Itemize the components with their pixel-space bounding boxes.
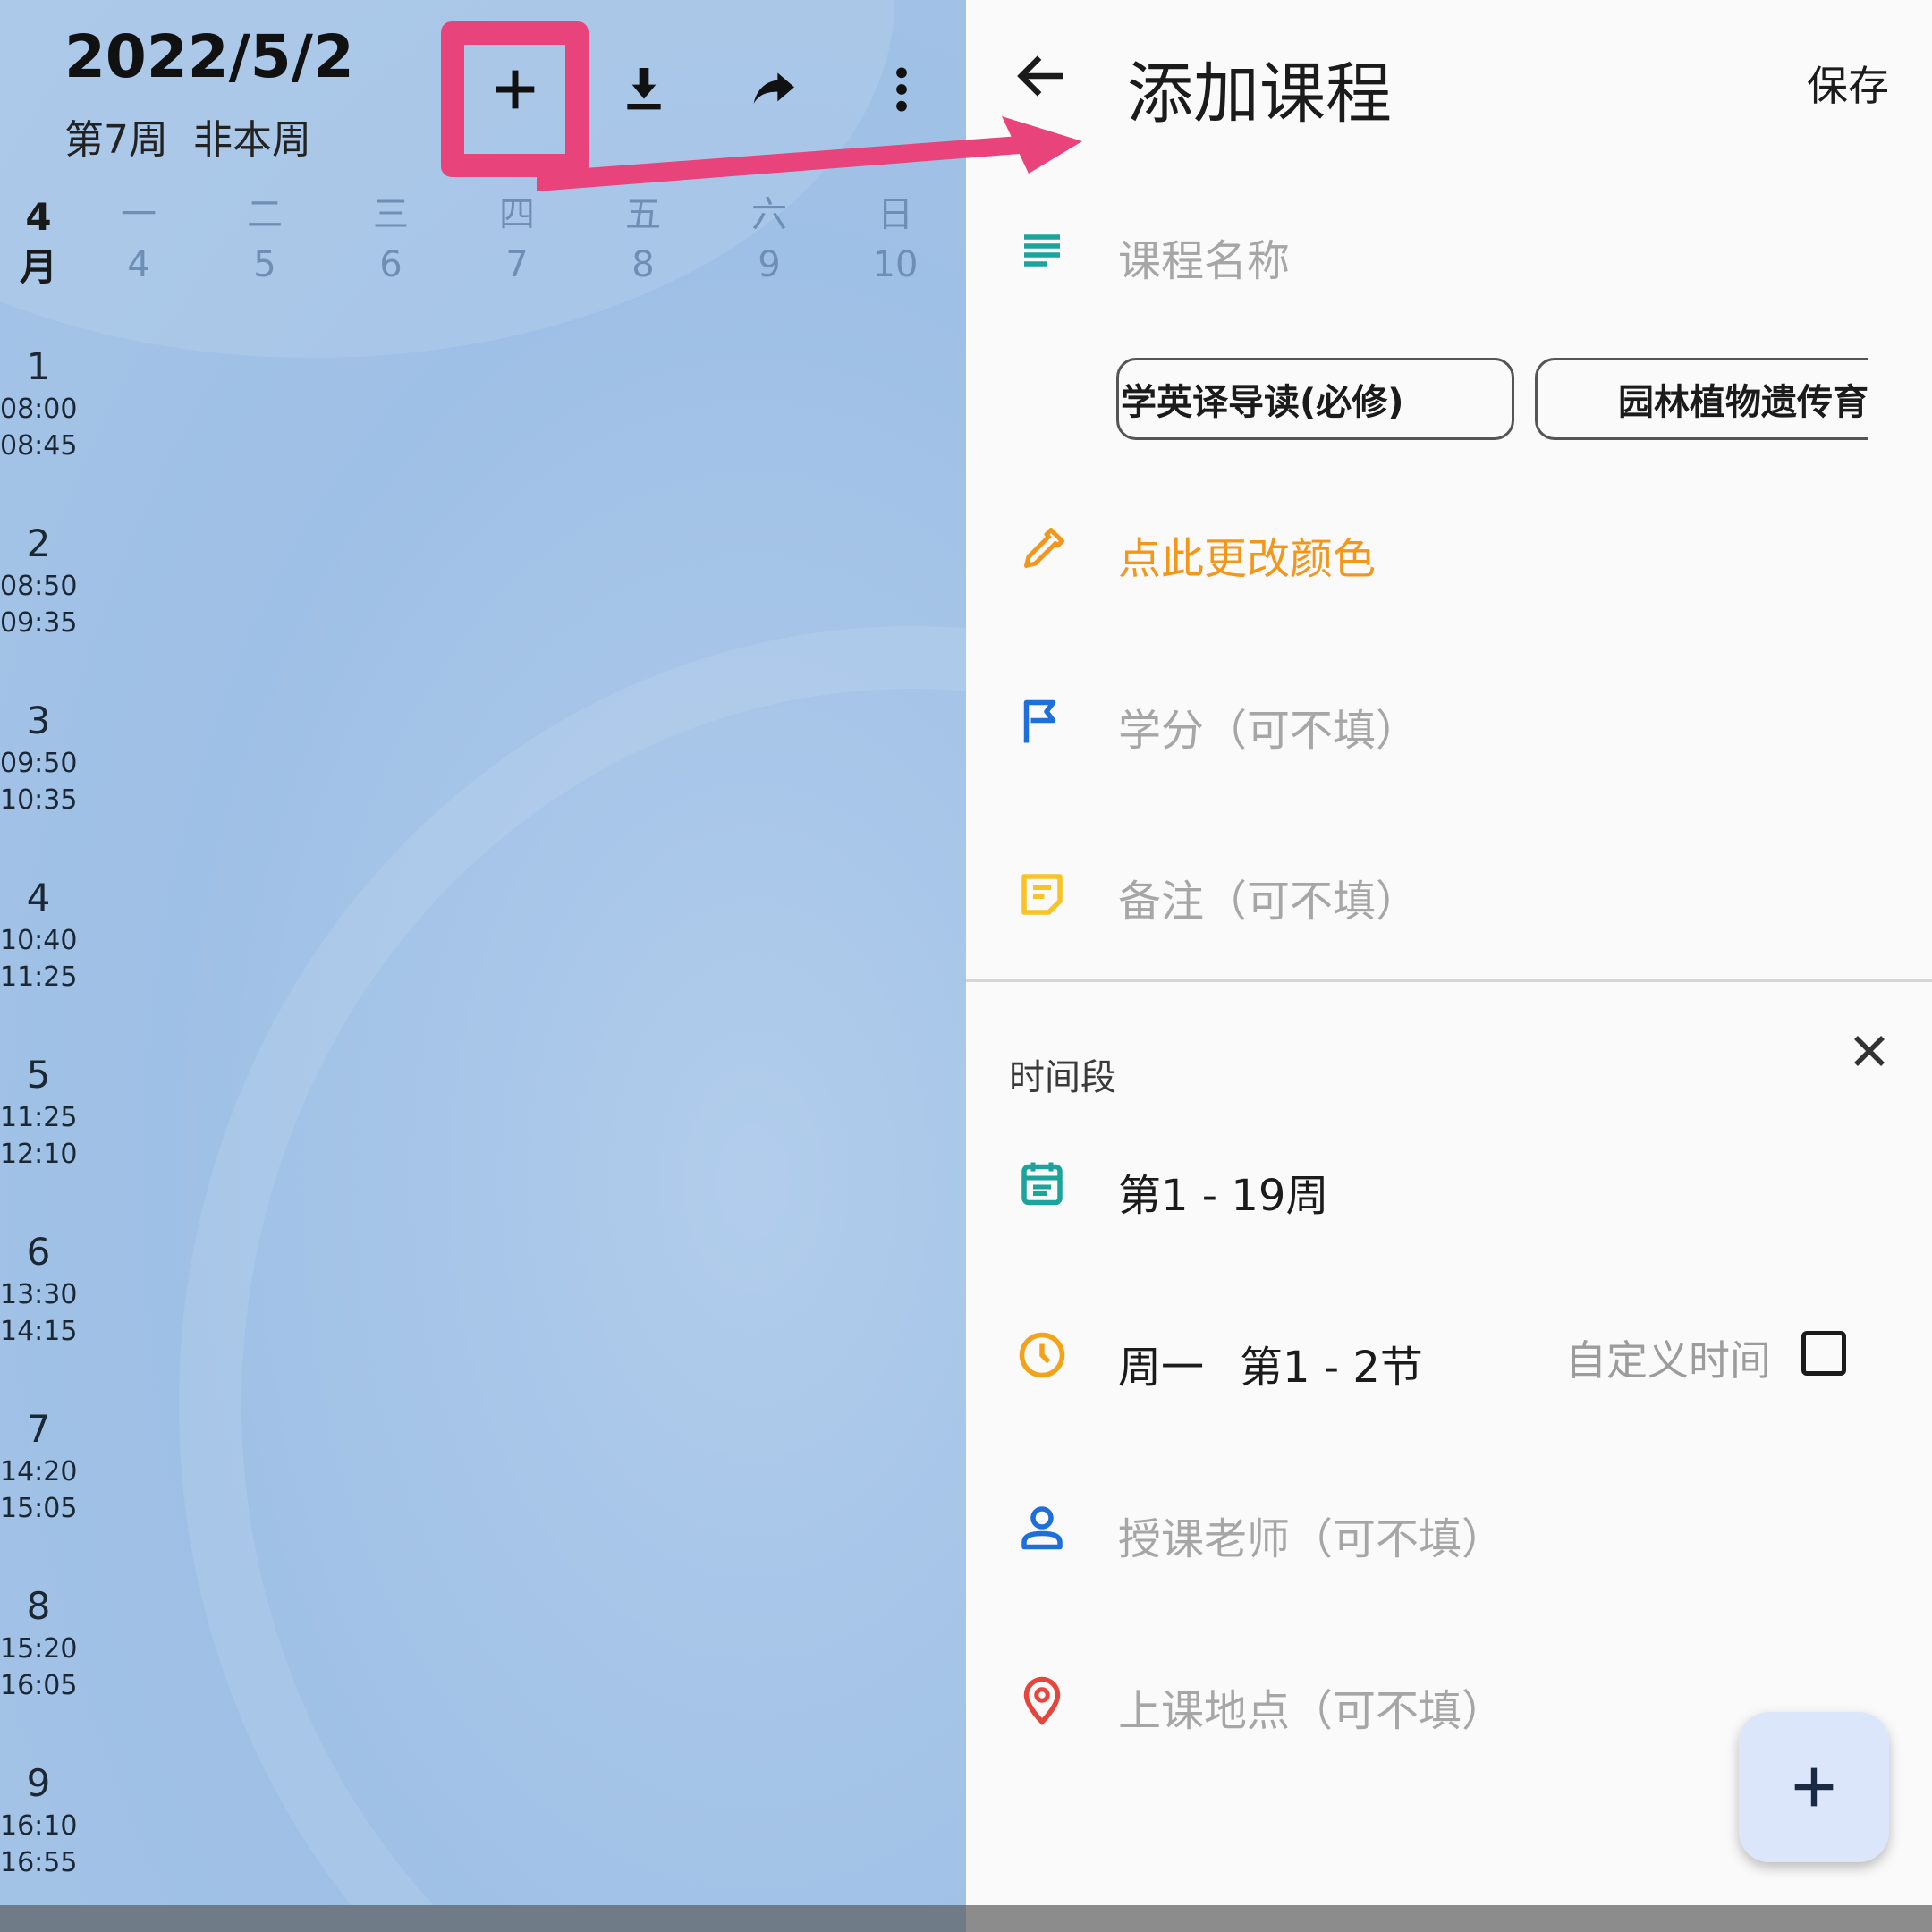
clock-icon [1011, 1324, 1073, 1386]
custom-time-label: 自定义时间 [1565, 1336, 1771, 1385]
time-slot-5: 5 11:25 12:10 [0, 1053, 78, 1170]
periods-selector[interactable]: 第1 - 2节 [1240, 1332, 1423, 1394]
suggestion-chip[interactable]: 学英译导读(必修) [1116, 358, 1514, 440]
time-slot-1: 1 08:00 08:45 [0, 344, 78, 462]
day-selector[interactable]: 周一 [1118, 1332, 1204, 1394]
time-slot-4: 4 10:40 11:25 [0, 876, 78, 993]
month-header: 4 月 [19, 195, 57, 289]
time-slot-7: 7 14:20 15:05 [0, 1407, 78, 1524]
custom-time-checkbox[interactable] [1801, 1331, 1846, 1376]
day-column-3: 三6 [373, 194, 409, 285]
time-slot-3: 3 09:50 10:35 [0, 699, 78, 816]
change-color-link[interactable]: 点此更改颜色 [1118, 523, 1376, 586]
navigation-bar [0, 1905, 966, 1932]
time-slot-2: 2 08:50 09:35 [0, 521, 78, 639]
course-name-input[interactable]: 课程名称 [1118, 225, 1290, 288]
note-input[interactable]: 备注（可不填） [1118, 866, 1419, 928]
highlight-arrow [537, 116, 1082, 191]
calendar-icon [1011, 1151, 1073, 1214]
close-icon[interactable] [1843, 1024, 1896, 1078]
add-time-slot-fab[interactable] [1739, 1712, 1889, 1862]
suggestion-chip[interactable]: 园林植物遗传育 [1535, 358, 1868, 440]
save-button[interactable]: 保存 [1807, 54, 1889, 113]
flag-icon [1011, 691, 1073, 754]
add-course-panel [966, 0, 1932, 1905]
note-icon [1011, 863, 1073, 926]
location-pin-icon [1011, 1668, 1073, 1731]
day-column-1: 一4 [121, 194, 157, 285]
page-title: 添加课程 [1127, 55, 1392, 132]
credit-input[interactable]: 学分（可不填） [1118, 695, 1419, 758]
teacher-input[interactable]: 授课老师（可不填） [1118, 1504, 1504, 1566]
color-picker-icon[interactable] [1011, 519, 1073, 581]
time-slot-6: 6 13:30 14:15 [0, 1230, 78, 1347]
subject-icon [1011, 219, 1073, 282]
day-column-2: 二5 [247, 194, 283, 285]
divider [966, 979, 1932, 982]
plus-icon [1794, 1767, 1834, 1807]
week-info: 第7周 非本周 [64, 117, 311, 163]
time-slot-8: 8 15:20 16:05 [0, 1584, 78, 1701]
time-slot-9: 9 16:10 16:55 [0, 1761, 78, 1878]
location-input[interactable]: 上课地点（可不填） [1118, 1675, 1504, 1738]
time-section-label: 时间段 [1009, 1057, 1116, 1098]
person-icon [1011, 1496, 1073, 1558]
navigation-bar-right [966, 1905, 1932, 1932]
weeks-selector[interactable]: 第1 - 19周 [1118, 1160, 1328, 1223]
schedule-date: 2022/5/2 [64, 22, 354, 91]
